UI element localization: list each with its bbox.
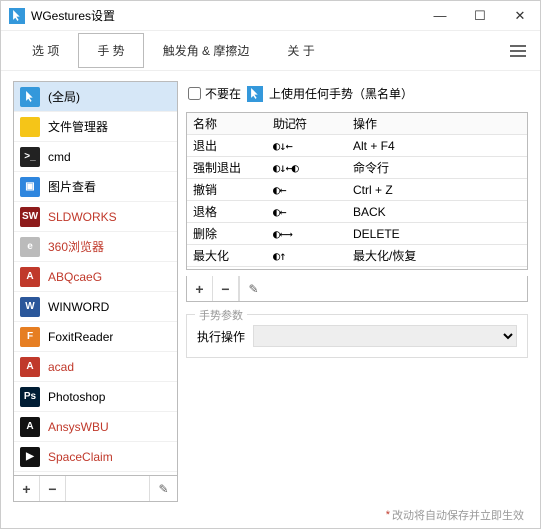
params-group-label: 手势参数 (195, 307, 247, 323)
app-item-label: ABQcaeG (48, 270, 102, 284)
gesture-mnemonic: ◐← (267, 183, 347, 197)
app-item-label: FoxitReader (48, 330, 113, 344)
gesture-mnemonic: ◐←→ (267, 227, 347, 241)
edit-app-button[interactable]: ✎ (149, 476, 177, 501)
blacklist-checkbox[interactable] (188, 87, 201, 100)
app-item-label: acad (48, 360, 74, 374)
app-item[interactable]: 文件管理器 (14, 112, 177, 142)
gesture-row[interactable]: 退格◐←BACK (187, 201, 527, 223)
app-item-label: (全局) (48, 88, 80, 105)
blacklist-prefix: 不要在 (205, 85, 241, 102)
remove-gesture-button[interactable]: − (213, 276, 239, 301)
app-item[interactable]: W WINWORD (14, 292, 177, 322)
gesture-row[interactable]: 强制退出◐↓←◐命令行 (187, 157, 527, 179)
app-item[interactable]: F FoxitReader (14, 322, 177, 352)
app-item-label: SpaceClaim (48, 450, 113, 464)
gesture-action: BACK (347, 205, 527, 219)
app-item[interactable]: A ABQcaeG (14, 262, 177, 292)
tab-options[interactable]: 选 项 (13, 33, 78, 68)
remove-app-button[interactable]: − (40, 476, 66, 501)
app-item-icon: >_ (20, 147, 40, 167)
menu-button[interactable] (508, 41, 528, 61)
app-item-label: WINWORD (48, 300, 109, 314)
footer-note: 改动将自动保存并立即生效 (1, 502, 540, 528)
app-item-label: 360浏览器 (48, 238, 104, 255)
app-item[interactable]: ▶ SpaceClaim (14, 442, 177, 472)
edit-gesture-button[interactable]: ✎ (239, 276, 267, 301)
cursor-icon (247, 86, 263, 102)
app-item[interactable]: e 360浏览器 (14, 232, 177, 262)
app-icon (9, 8, 25, 24)
add-app-button[interactable]: + (14, 476, 40, 501)
gesture-name: 最大化 (187, 247, 267, 264)
app-item-icon: A (20, 267, 40, 287)
gesture-row[interactable]: 最大化◐↑最大化/恢复 (187, 245, 527, 267)
gesture-name: 删除 (187, 225, 267, 242)
tab-corners[interactable]: 触发角 & 摩擦边 (144, 33, 269, 68)
app-item-icon (20, 87, 40, 107)
app-item-icon: A (20, 357, 40, 377)
col-action: 操作 (347, 115, 527, 132)
gesture-action: 最大化/恢复 (347, 247, 527, 264)
app-item-label: 图片查看 (48, 178, 96, 195)
app-item[interactable]: SW SLDWORKS (14, 202, 177, 232)
gesture-name: 退格 (187, 203, 267, 220)
gesture-name: 退出 (187, 137, 267, 154)
maximize-button[interactable]: ☐ (460, 1, 500, 31)
tab-about[interactable]: 关 于 (268, 33, 333, 68)
gesture-mnemonic: ◐↑ (267, 249, 347, 263)
gesture-name: 强制退出 (187, 159, 267, 176)
minimize-button[interactable]: — (420, 1, 460, 31)
application-list[interactable]: (全局) 文件管理器 >_ cmd ▣ 图片查看 SW SLDWORKS e 360浏览器 A ABQ… (13, 81, 178, 476)
window-title: WGestures设置 (31, 7, 420, 24)
gesture-action: DELETE (347, 227, 527, 241)
params-action-label: 执行操作 (197, 328, 245, 345)
gesture-row[interactable]: 删除◐←→DELETE (187, 223, 527, 245)
app-item-icon: Ps (20, 387, 40, 407)
gesture-params-group: 手势参数 执行操作 (186, 314, 528, 358)
app-item-icon: F (20, 327, 40, 347)
app-item-icon: SW (20, 207, 40, 227)
gesture-action: 命令行 (347, 159, 527, 176)
blacklist-row: 不要在 上使用任何手势（黑名单） (186, 81, 528, 106)
add-gesture-button[interactable]: + (187, 276, 213, 301)
gesture-mnemonic: ◐← (267, 205, 347, 219)
app-item-icon: ▣ (20, 177, 40, 197)
gesture-mnemonic: ◐↓← (267, 139, 347, 153)
app-item-label: SLDWORKS (48, 210, 117, 224)
gesture-name: 撤销 (187, 181, 267, 198)
app-item[interactable]: A AnsysWBU (14, 412, 177, 442)
app-item[interactable]: Aacad (14, 352, 177, 382)
col-name: 名称 (187, 115, 267, 132)
gesture-row[interactable]: 撤销◐←Ctrl + Z (187, 179, 527, 201)
close-button[interactable]: ✕ (500, 1, 540, 31)
app-item-label: AnsysWBU (48, 420, 109, 434)
app-item-icon: e (20, 237, 40, 257)
app-item-icon (20, 117, 40, 137)
gesture-action: Ctrl + Z (347, 183, 527, 197)
app-item-label: cmd (48, 150, 71, 164)
app-item-label: 文件管理器 (48, 118, 108, 135)
app-item[interactable]: (全局) (14, 82, 177, 112)
gesture-row[interactable]: 退出◐↓←Alt + F4 (187, 135, 527, 157)
action-select[interactable] (253, 325, 517, 347)
gesture-mnemonic: ◐↓←◐ (267, 161, 347, 175)
app-item[interactable]: >_ cmd (14, 142, 177, 172)
app-item-label: Photoshop (48, 390, 105, 404)
gesture-table[interactable]: 名称 助记符 操作 退出◐↓←Alt + F4强制退出◐↓←◐命令行撤销◐←Ct… (186, 112, 528, 270)
col-mnemonic: 助记符 (267, 115, 347, 132)
app-item-icon: ▶ (20, 447, 40, 467)
app-item-icon: A (20, 417, 40, 437)
app-item[interactable]: Ps Photoshop (14, 382, 177, 412)
blacklist-suffix: 上使用任何手势（黑名单） (269, 85, 413, 102)
tab-gestures[interactable]: 手 势 (78, 33, 143, 68)
app-item[interactable]: ▣ 图片查看 (14, 172, 177, 202)
app-item-icon: W (20, 297, 40, 317)
gesture-action: Alt + F4 (347, 139, 527, 153)
